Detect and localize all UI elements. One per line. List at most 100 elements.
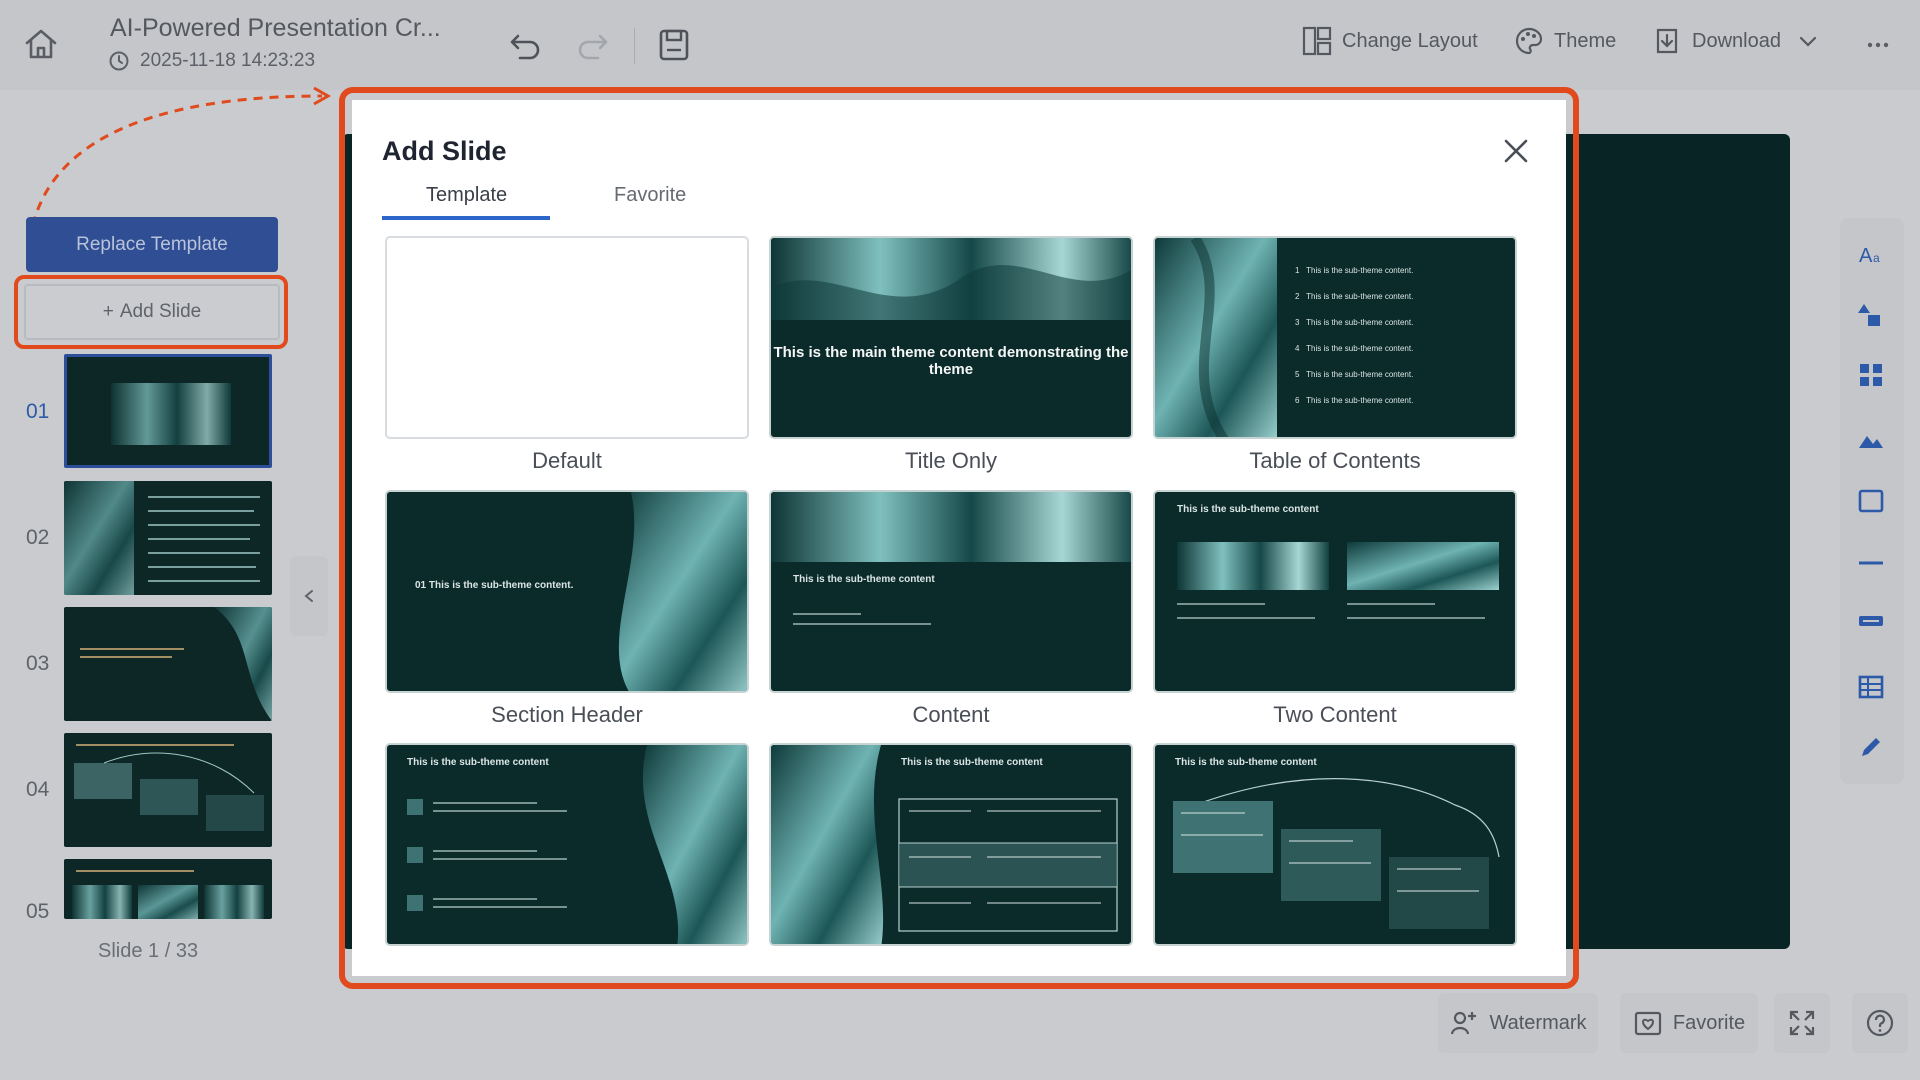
toc-item: 2 This is the sub-theme content.	[1295, 292, 1414, 301]
template-preview-art	[1177, 542, 1499, 619]
replace-template-button[interactable]: Replace Template	[26, 217, 278, 272]
template-preview-text: 01 This is the sub-theme content.	[415, 580, 574, 591]
slide-thumbnail-art	[72, 870, 264, 919]
slide-thumbnail[interactable]	[64, 481, 272, 595]
active-tab-indicator	[382, 216, 550, 220]
template-label: Default	[532, 448, 602, 473]
fullscreen-icon	[1789, 1010, 1815, 1036]
tab-template[interactable]: Template	[426, 184, 507, 207]
template-preview-art	[618, 492, 747, 691]
theme-button[interactable]: Theme	[1514, 26, 1616, 56]
shapes-icon[interactable]	[1856, 300, 1886, 330]
line-icon[interactable]	[1856, 548, 1886, 578]
watermark-label: Watermark	[1489, 1011, 1587, 1034]
template-label: Section Header	[491, 702, 643, 727]
table-icon[interactable]	[1856, 672, 1886, 702]
help-icon	[1866, 1009, 1894, 1037]
slide-number: 02	[26, 526, 50, 549]
help-button[interactable]	[1852, 993, 1908, 1053]
template-content[interactable]: This is the sub-theme content	[769, 490, 1133, 693]
template-title-only[interactable]: This is the main theme content demonstra…	[769, 236, 1133, 439]
template-preview-art	[771, 238, 1131, 320]
watermark-button[interactable]: Watermark	[1438, 993, 1598, 1053]
template-flow-layout[interactable]: This is the sub-theme content	[1153, 743, 1517, 946]
template-preview-text: This is the main theme content demonstra…	[773, 344, 1129, 378]
document-title[interactable]: AI-Powered Presentation Cr...	[110, 14, 441, 43]
template-preview-text: This is the sub-theme content	[407, 757, 549, 768]
svg-text:A: A	[1859, 245, 1873, 267]
slide-thumbnail[interactable]	[64, 354, 272, 468]
download-button[interactable]: Download	[1652, 26, 1819, 56]
save-timestamp: 2025-11-18 14:23:23	[108, 50, 315, 72]
theme-label: Theme	[1554, 29, 1617, 52]
favorite-label: Favorite	[1672, 1011, 1746, 1034]
template-two-content[interactable]: This is the sub-theme content	[1153, 490, 1517, 693]
slide-thumbnail[interactable]	[64, 859, 272, 919]
template-default[interactable]	[385, 236, 749, 439]
timestamp-text: 2025-11-18 14:23:23	[140, 50, 316, 71]
tab-favorite[interactable]: Favorite	[614, 184, 686, 207]
slide-number: 04	[26, 778, 50, 801]
download-label: Download	[1692, 29, 1781, 52]
more-icon[interactable]	[1860, 26, 1900, 64]
add-slide-button[interactable]: + Add Slide	[24, 284, 280, 340]
template-preview-art	[407, 745, 747, 944]
slide-number: 03	[26, 652, 50, 675]
dialog-title: Add Slide	[382, 136, 507, 166]
template-label: Title Only	[904, 448, 998, 473]
toc-item: 1 This is the sub-theme content.	[1295, 266, 1414, 275]
template-preview-art	[771, 745, 1118, 944]
toc-item: 3 This is the sub-theme content.	[1295, 318, 1414, 327]
frame-icon[interactable]	[1856, 486, 1886, 516]
save-icon[interactable]	[654, 26, 694, 64]
slide-number: 01	[26, 400, 50, 423]
favorite-button[interactable]: Favorite	[1620, 993, 1758, 1053]
template-label: Table of Contents	[1249, 448, 1421, 473]
toc-item: 5 This is the sub-theme content.	[1295, 370, 1414, 379]
toolbar-divider	[634, 28, 635, 64]
slide-number: 05	[26, 900, 50, 923]
slide-thumbnail-art	[111, 383, 231, 445]
slide-thumbnail-art	[64, 481, 260, 595]
template-numbered-list[interactable]: This is the sub-theme content	[385, 743, 749, 946]
slide-thumbnail[interactable]	[64, 607, 272, 721]
redo-icon[interactable]	[572, 26, 612, 64]
change-layout-label: Change Layout	[1342, 29, 1478, 52]
slide-thumbnail[interactable]	[64, 733, 272, 847]
svg-text:a: a	[1873, 251, 1880, 265]
template-table-layout[interactable]: This is the sub-theme content	[769, 743, 1133, 946]
change-layout-button[interactable]: Change Layout	[1302, 26, 1478, 56]
template-preview-text: This is the sub-theme content	[1177, 504, 1319, 515]
template-preview-text: This is the sub-theme content	[1175, 757, 1317, 768]
image-icon[interactable]	[1856, 424, 1886, 454]
layout-icon	[1302, 26, 1332, 56]
text-icon[interactable]: Aa	[1856, 240, 1886, 270]
palette-icon	[1515, 27, 1543, 55]
home-icon[interactable]	[22, 26, 60, 62]
divider-icon[interactable]	[1856, 606, 1886, 636]
favorite-icon	[1634, 1011, 1661, 1036]
template-table-of-contents[interactable]: 1 This is the sub-theme content. 2 This …	[1153, 236, 1517, 439]
slide-counter: Slide 1 / 33	[98, 940, 199, 962]
slide-thumbnail-art	[74, 744, 264, 831]
pen-icon[interactable]	[1856, 732, 1886, 762]
template-label: Content	[912, 702, 990, 727]
add-slide-label: Add Slide	[119, 301, 202, 322]
plus-icon: +	[102, 301, 114, 322]
template-label: Two Content	[1273, 702, 1397, 727]
slide-thumbnail-art	[80, 607, 272, 721]
template-section-header[interactable]: 01 This is the sub-theme content.	[385, 490, 749, 693]
fullscreen-button[interactable]	[1774, 993, 1830, 1053]
template-preview-text: This is the sub-theme content	[901, 757, 1043, 768]
chevron-down-icon[interactable]	[1797, 30, 1819, 52]
watermark-icon	[1451, 1011, 1477, 1035]
toc-item: 6 This is the sub-theme content.	[1295, 396, 1414, 405]
grid-icon[interactable]	[1856, 360, 1886, 390]
template-preview-text: This is the sub-theme content	[793, 574, 935, 585]
undo-icon[interactable]	[506, 26, 546, 64]
template-preview-art	[1173, 778, 1500, 929]
download-icon	[1656, 28, 1678, 54]
collapse-panel-button[interactable]	[290, 556, 328, 636]
close-icon[interactable]	[1500, 135, 1532, 167]
toc-item: 4 This is the sub-theme content.	[1295, 344, 1414, 353]
